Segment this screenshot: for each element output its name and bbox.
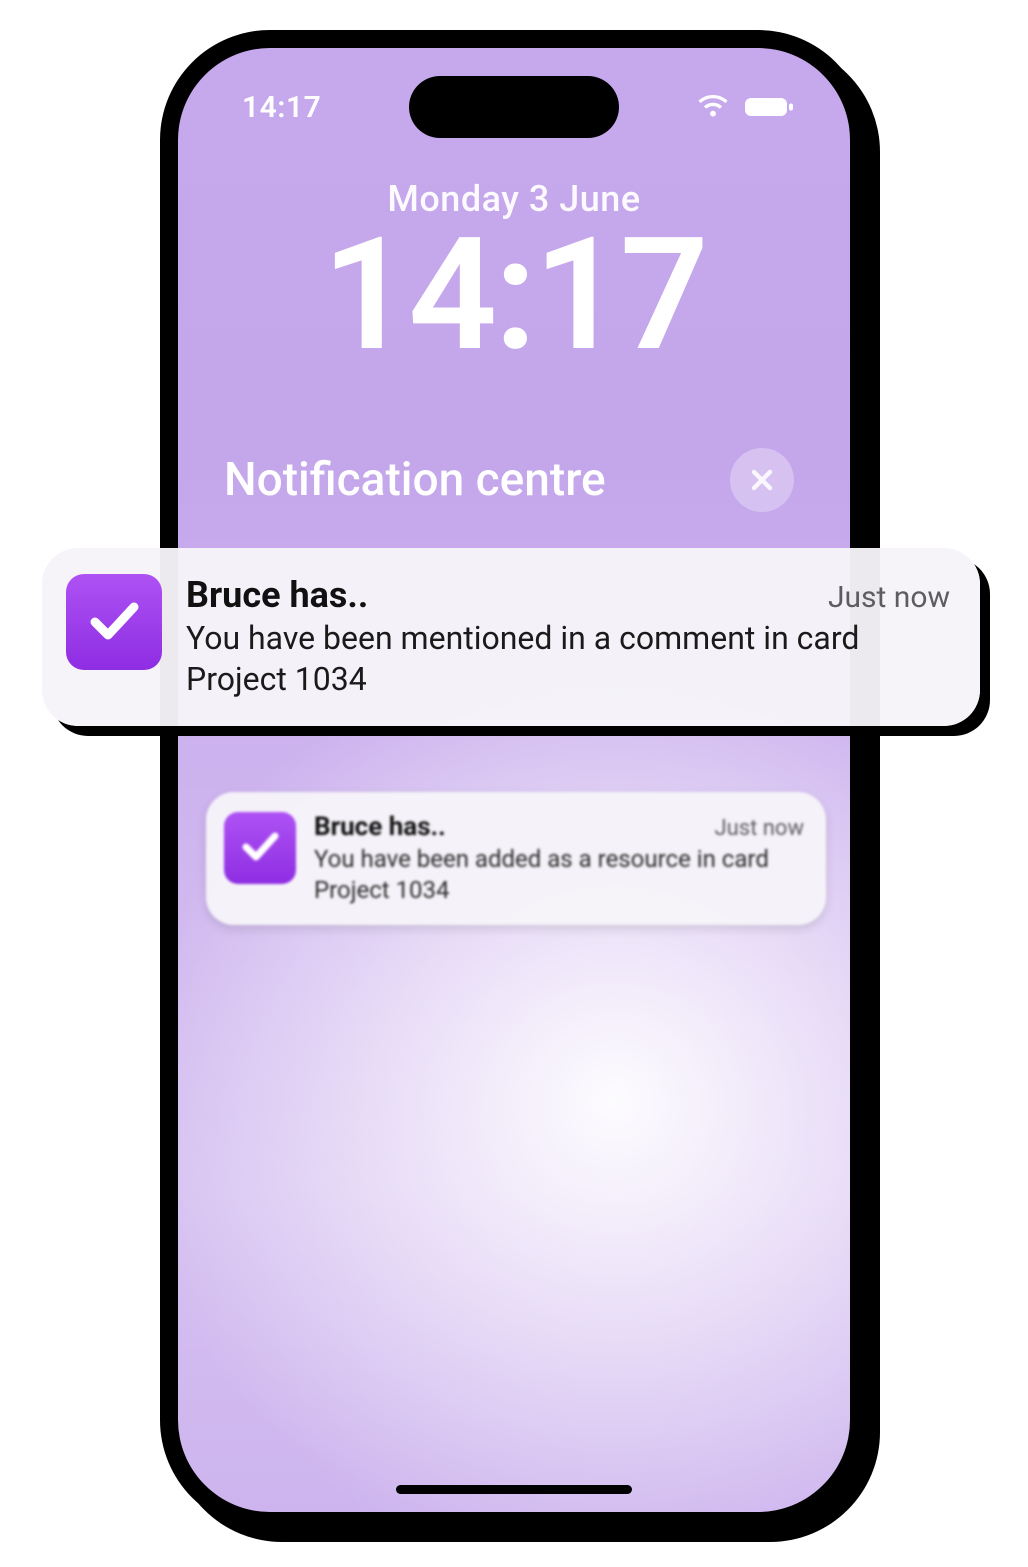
- close-button[interactable]: [730, 448, 794, 512]
- checkmark-icon: [85, 591, 143, 653]
- app-icon: [66, 574, 162, 670]
- notification-time: Just now: [714, 816, 804, 841]
- notification-body: Bruce has.. Just now You have been menti…: [186, 574, 950, 700]
- notification-card[interactable]: Bruce has.. Just now You have been menti…: [42, 548, 980, 726]
- lock-date: Monday 3 June: [178, 178, 850, 220]
- lock-time: 14:17: [178, 214, 850, 378]
- wifi-icon: [696, 95, 730, 119]
- notification-time: Just now: [828, 580, 950, 615]
- lock-screen-header: Monday 3 June 14:17: [178, 178, 850, 378]
- notification-card[interactable]: Bruce has.. Just now You have been added…: [206, 792, 826, 925]
- close-icon: [748, 466, 776, 494]
- status-time: 14:17: [242, 90, 321, 125]
- status-indicators: [696, 95, 794, 119]
- notification-centre-title: Notification centre: [224, 453, 606, 507]
- notification-body: Bruce has.. Just now You have been added…: [314, 812, 804, 905]
- battery-icon: [744, 95, 794, 119]
- app-icon: [224, 812, 296, 884]
- notification-centre-header: Notification centre: [178, 448, 850, 512]
- dynamic-island: [409, 76, 619, 138]
- notification-message: You have been added as a resource in car…: [314, 844, 804, 905]
- notification-message: You have been mentioned in a comment in …: [186, 618, 950, 700]
- home-indicator[interactable]: [396, 1485, 632, 1494]
- phone-frame: 14:17 Monday 3 June: [160, 30, 868, 1530]
- notification-title: Bruce has..: [314, 812, 446, 842]
- notification-title: Bruce has..: [186, 574, 368, 616]
- phone-screen: 14:17 Monday 3 June: [178, 48, 850, 1512]
- checkmark-icon: [239, 825, 281, 871]
